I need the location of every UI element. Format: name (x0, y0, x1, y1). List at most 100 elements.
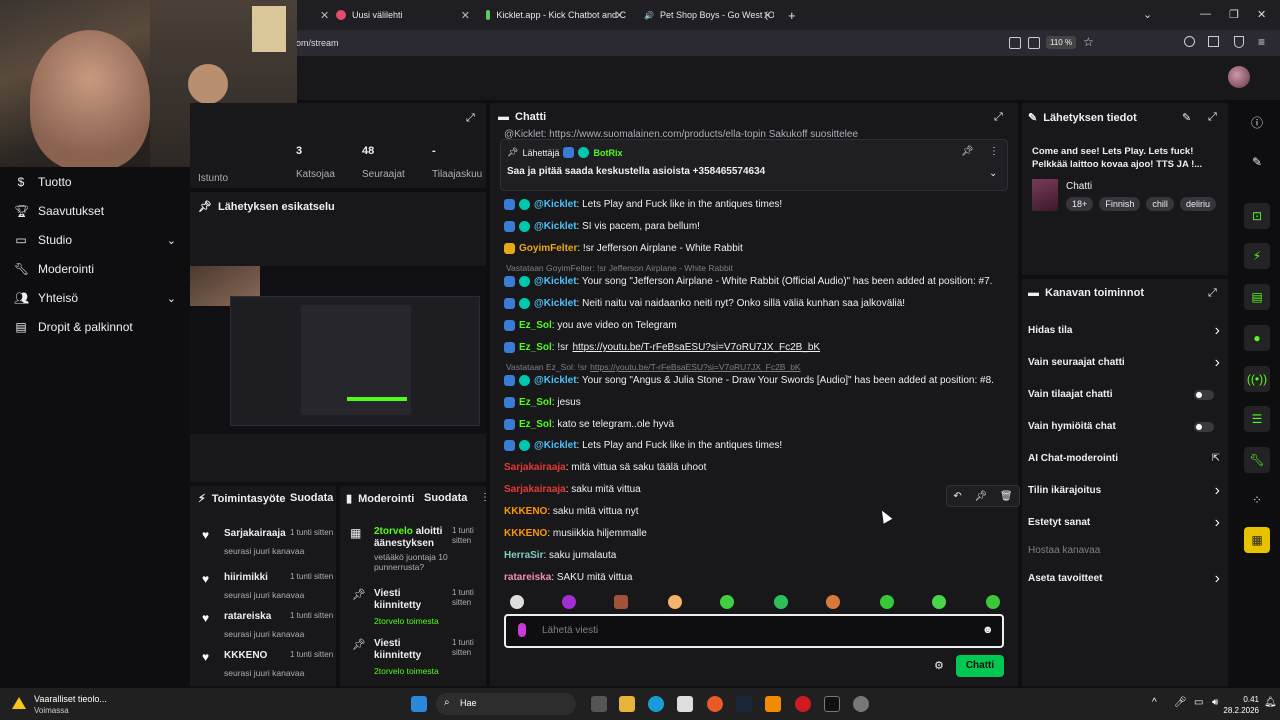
url-text[interactable]: om/stream (296, 38, 339, 48)
emote-icon[interactable] (510, 595, 524, 609)
taskbar-search[interactable]: ⌕ Hae (436, 693, 576, 715)
tab-close-left[interactable]: ✕ (314, 4, 329, 26)
maximize-icon[interactable]: ❐ (1229, 8, 1239, 21)
chat-username[interactable]: @Kicklet (534, 276, 577, 287)
opera-icon[interactable] (795, 696, 811, 712)
emote-icon[interactable] (880, 595, 894, 609)
unpin-icon[interactable]: 📌︎ (961, 146, 974, 157)
expand-icon[interactable]: ⤢ (1208, 287, 1217, 300)
vlc-icon[interactable] (765, 696, 781, 712)
nav-item-moderointi[interactable]: 🔧︎ Moderointi (14, 262, 174, 276)
nav-item-saavutukset[interactable]: 🏆︎ Saavutukset (14, 204, 174, 218)
new-tab-button[interactable]: + (788, 4, 796, 26)
chat-username[interactable]: Sarjakairaaja (504, 484, 566, 495)
notification-icon[interactable]: 🔔︎ (1264, 697, 1277, 708)
chat-username[interactable]: @Kicklet (534, 375, 577, 386)
volume-icon[interactable]: 🔊︎ (1212, 697, 1218, 708)
tag[interactable]: deliriu (1180, 197, 1217, 211)
menu-icon[interactable]: ≡ (1258, 35, 1265, 49)
chat-bubble-icon[interactable]: ● (1244, 325, 1270, 351)
reply-icon[interactable]: ↶ (953, 491, 961, 502)
chat-username[interactable]: @Kicklet (534, 298, 577, 309)
extensions-icon[interactable] (1208, 36, 1219, 47)
emote-icon[interactable] (986, 595, 1000, 609)
microphone-icon[interactable]: 🎤︎ (1174, 697, 1187, 708)
edge-icon[interactable] (648, 696, 664, 712)
edit-icon[interactable]: ✎ (1182, 111, 1191, 124)
layout-icon[interactable]: ☰ (1244, 406, 1270, 432)
activity-user[interactable]: ratareiska (224, 611, 271, 622)
close-window-icon[interactable]: ✕ (1257, 8, 1266, 21)
channel-action-item[interactable]: Tilin ikärajoitus › (1022, 482, 1228, 505)
modlog-filter-button[interactable]: Suodata (424, 492, 467, 504)
account-icon[interactable] (1184, 36, 1195, 47)
tag[interactable]: chill (1146, 197, 1174, 211)
emote-icon[interactable] (774, 595, 788, 609)
info-icon[interactable]: ⓘ (1244, 109, 1270, 135)
chat-username[interactable]: @Kicklet (534, 221, 577, 232)
folder-icon[interactable] (619, 696, 635, 712)
toggle-switch[interactable] (1194, 390, 1214, 400)
activity-user[interactable]: Sarjakairaaja (224, 528, 286, 539)
close-icon[interactable]: ✕ (763, 9, 772, 22)
search-input[interactable]: Hae (460, 698, 477, 708)
apps-icon[interactable]: ⁘ (1244, 487, 1270, 513)
nav-item-tuotto[interactable]: $ Tuotto (14, 175, 174, 189)
reader-icon[interactable] (1028, 37, 1040, 49)
tag[interactable]: 18+ (1066, 197, 1094, 211)
chat-link[interactable]: https://youtu.be/T-rFeBsaESU?si=V7oRU7JX… (572, 342, 820, 353)
chat-username[interactable]: Ez_Sol (519, 419, 552, 430)
channel-action-item[interactable]: Estetyt sanat › (1022, 514, 1228, 537)
chevron-down-icon[interactable]: ⌄ (1143, 8, 1152, 21)
terminal-icon[interactable] (824, 696, 840, 712)
channel-action-item[interactable]: Vain tilaajat chatti (1022, 389, 1228, 409)
chat-username[interactable]: KKKENO (504, 528, 547, 539)
channel-action-item[interactable]: Hidas tila › (1022, 322, 1228, 345)
activity-user[interactable]: hiirimikki (224, 572, 268, 583)
taskview-icon[interactable] (591, 696, 607, 712)
emote-icon[interactable] (720, 595, 734, 609)
avatar[interactable] (1228, 66, 1250, 88)
chat-username[interactable]: Ez_Sol (519, 342, 552, 353)
chat-username[interactable]: ratareiska (504, 572, 551, 583)
chat-username[interactable]: Sarjakairaaja (504, 462, 566, 473)
nav-item-studio[interactable]: ▭ Studio ⌄ (14, 233, 176, 247)
preview-video[interactable] (190, 266, 486, 434)
shield-icon[interactable] (1234, 36, 1244, 48)
firefox-icon[interactable] (707, 696, 723, 712)
chat-username[interactable]: HerraSir (504, 550, 543, 561)
warning-title[interactable]: Vaaralliset tieolo... (34, 694, 107, 704)
chevron-down-icon[interactable]: ⌄ (989, 168, 997, 179)
gear-icon[interactable]: ⚙ (934, 659, 944, 672)
pencil-icon[interactable]: ✎ (1244, 149, 1270, 175)
screenshot-icon[interactable] (1009, 37, 1021, 49)
channel-action-item[interactable]: Aseta tavoitteet › (1022, 570, 1228, 593)
steam-icon[interactable] (736, 696, 752, 712)
pin-icon[interactable]: 📌︎ (974, 491, 987, 502)
minimize-icon[interactable]: — (1200, 8, 1211, 20)
nav-item-yhteiso[interactable]: 👥︎ Yhteisö ⌄ (14, 291, 176, 305)
chat-username[interactable]: @Kicklet (534, 199, 577, 210)
toggle-switch[interactable] (1194, 422, 1214, 432)
external-link-icon[interactable]: ⇱ (1212, 453, 1220, 464)
chat-username[interactable]: Ez_Sol (519, 397, 552, 408)
settings-icon[interactable] (853, 696, 869, 712)
star-icon[interactable]: ☆ (1083, 35, 1094, 49)
popout-icon[interactable]: ⤢ (994, 111, 1003, 124)
channel-action-item[interactable]: Vain hymiöitä chat (1022, 421, 1228, 441)
category-name[interactable]: Chatti (1066, 181, 1092, 192)
tag[interactable]: Finnish (1099, 197, 1141, 211)
clock-time[interactable]: 0.41 (1225, 695, 1259, 704)
camera-icon[interactable]: ⊡ (1244, 203, 1270, 229)
close-icon[interactable]: ✕ (615, 9, 624, 22)
broadcast-icon[interactable]: ((•)) (1244, 366, 1270, 392)
channel-action-item[interactable]: AI Chat-moderointi ⇱ (1022, 453, 1228, 473)
expand-icon[interactable]: ⤢ (466, 112, 475, 125)
more-icon[interactable]: ⋮ (480, 492, 490, 503)
activity-filter-button[interactable]: Suodata (290, 492, 333, 504)
network-icon[interactable]: ▭ (1194, 697, 1203, 708)
chat-input-box[interactable]: Lähetä viesti ☻ (504, 614, 1004, 648)
send-chat-button[interactable]: Chatti (956, 655, 1004, 677)
expand-icon[interactable]: ⤢ (1208, 111, 1217, 124)
clapper-icon[interactable]: ▦ (1244, 527, 1270, 553)
